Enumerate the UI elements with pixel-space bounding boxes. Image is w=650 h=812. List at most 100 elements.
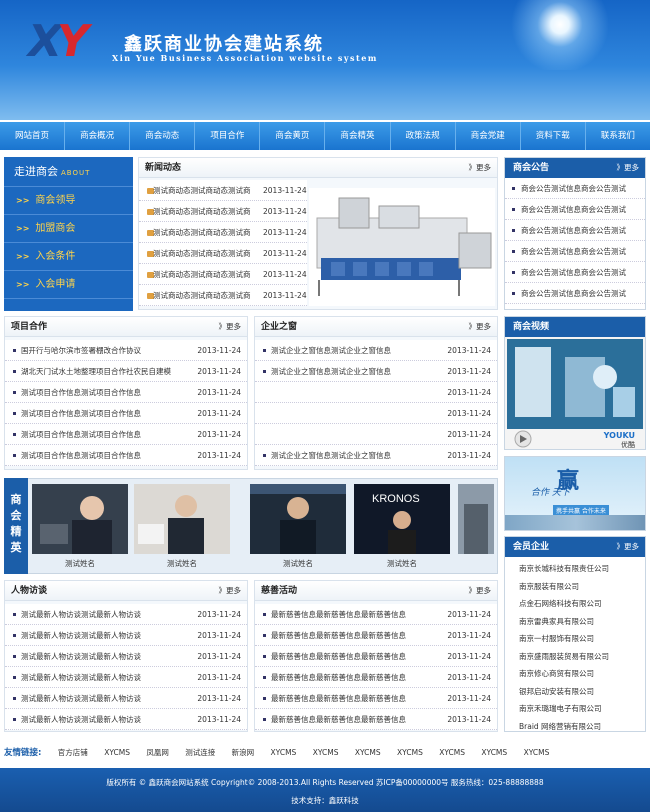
enterprise-header: 企业之窗 》更多 bbox=[255, 317, 497, 337]
win-banner[interactable]: 赢 合作 天下 携手共赢 合作未来 bbox=[504, 456, 646, 531]
more-link[interactable]: 》更多 bbox=[219, 317, 242, 337]
list-item[interactable]: 湖北天门试水土地整理项目合作社农民自建模 2013-11-24 bbox=[5, 361, 247, 382]
machine-photo[interactable] bbox=[309, 188, 495, 306]
nav-item-projects[interactable]: 项目合作 bbox=[195, 122, 261, 150]
item-date: 2013-11-24 bbox=[447, 610, 491, 619]
friend-link[interactable]: 官方店铺 bbox=[58, 748, 88, 757]
list-item[interactable]: 测试最新人物访谈测试最新人物访谈 2013-11-24 bbox=[5, 625, 247, 646]
list-item[interactable]: 南京服装有限公司 bbox=[505, 578, 645, 596]
list-item[interactable]: 最新慈善信息最新慈善信息最新慈善信息 2013-11-24 bbox=[255, 604, 497, 625]
list-item[interactable]: 南京盛雨服装贸易有限公司 bbox=[505, 648, 645, 666]
list-item[interactable]: 测试项目合作信息测试项目合作信息 2013-11-24 bbox=[5, 445, 247, 466]
nav-item-yellowpages[interactable]: 商会黄页 bbox=[260, 122, 326, 150]
nav-item-overview[interactable]: 商会概况 bbox=[65, 122, 131, 150]
list-item[interactable]: 商会公告测试信息商会公告测试 bbox=[505, 241, 645, 262]
friend-link[interactable]: XYCMS bbox=[439, 748, 465, 757]
list-item[interactable]: 南京一村服饰有限公司 bbox=[505, 630, 645, 648]
list-item[interactable]: 点金石网络科技有限公司 bbox=[505, 595, 645, 613]
friend-link[interactable]: XYCMS bbox=[481, 748, 507, 757]
friend-link[interactable]: XYCMS bbox=[271, 748, 297, 757]
more-link[interactable]: 》更多 bbox=[219, 581, 242, 601]
list-item[interactable]: 国开行与哈尔滨市签署棚改合作协议 2013-11-24 bbox=[5, 340, 247, 361]
list-item[interactable]: 最新慈善信息最新慈善信息最新慈善信息 2013-11-24 bbox=[255, 667, 497, 688]
list-item[interactable]: 测试最新人物访谈测试最新人物访谈 2013-11-24 bbox=[5, 667, 247, 688]
list-item[interactable]: 商会公告测试信息商会公告测试 bbox=[505, 220, 645, 241]
list-item[interactable]: 测试企业之窗信息测试企业之窗信息 2013-11-24 bbox=[255, 445, 497, 466]
elite-photo-3[interactable] bbox=[250, 484, 346, 554]
nav-item-contact[interactable]: 联系我们 bbox=[586, 122, 650, 150]
list-item[interactable]: 商会公告测试信息商会公告测试 bbox=[505, 178, 645, 199]
item-text: 测试项目合作信息测试项目合作信息 bbox=[21, 409, 141, 418]
nav-item-downloads[interactable]: 资料下载 bbox=[521, 122, 586, 150]
more-link[interactable]: 》更多 bbox=[617, 537, 640, 557]
sidebar-item-leaders[interactable]: >> 商会领导 bbox=[4, 187, 133, 215]
list-item[interactable]: 测试企业之窗信息测试企业之窗信息 2013-11-24 bbox=[255, 340, 497, 361]
friend-link[interactable]: 凤凰网 bbox=[146, 748, 169, 757]
elite-photo-5[interactable] bbox=[458, 484, 494, 554]
list-item[interactable]: 测试最新人物访谈测试最新人物访谈 2013-11-24 bbox=[5, 709, 247, 730]
list-item[interactable]: 最新慈善信息最新慈善信息最新慈善信息 2013-11-24 bbox=[255, 646, 497, 667]
friend-link[interactable]: 新浪网 bbox=[232, 748, 255, 757]
list-item[interactable]: 测试商动态测试商动态测试商 2013-11-24 bbox=[139, 285, 307, 306]
nav-item-party[interactable]: 商会党建 bbox=[456, 122, 521, 150]
more-link[interactable]: 》更多 bbox=[617, 158, 640, 178]
friend-link[interactable]: XYCMS bbox=[313, 748, 339, 757]
list-item[interactable]: 测试最新人物访谈测试最新人物访谈 2013-11-24 bbox=[5, 646, 247, 667]
more-link[interactable]: 》更多 bbox=[469, 158, 492, 178]
list-item[interactable]: 测试商动态测试商动态测试商 2013-11-24 bbox=[139, 243, 307, 264]
list-item[interactable]: 南京长城科技有限责任公司 bbox=[505, 560, 645, 578]
more-link[interactable]: 》更多 bbox=[469, 317, 492, 337]
list-item[interactable]: 2013-11-24 bbox=[255, 424, 497, 445]
list-item[interactable]: 测试最新人物访谈测试最新人物访谈 2013-11-24 bbox=[5, 604, 247, 625]
sidebar-item-label: 商会领导 bbox=[35, 195, 76, 206]
bullet-icon bbox=[13, 433, 16, 436]
list-item[interactable]: 2013-11-24 bbox=[255, 403, 497, 424]
list-item[interactable]: 商会公告测试信息商会公告测试 bbox=[505, 262, 645, 283]
nav-item-policy[interactable]: 政策法规 bbox=[391, 122, 456, 150]
item-text: 测试项目合作信息测试项目合作信息 bbox=[21, 430, 141, 439]
item-text: 最新慈善信息最新慈善信息最新慈善信息 bbox=[271, 610, 406, 619]
projects-header: 项目合作 》更多 bbox=[5, 317, 247, 337]
list-item[interactable]: 最新慈善信息最新慈善信息最新慈善信息 2013-11-24 bbox=[255, 688, 497, 709]
tech-support-text: 技术支持：鑫跃科技 bbox=[291, 796, 359, 805]
friend-link[interactable]: 测试连接 bbox=[185, 748, 215, 757]
item-date: 2013-11-24 bbox=[447, 388, 491, 397]
list-item[interactable]: 测试商动态测试商动态测试商 2013-11-24 bbox=[139, 201, 307, 222]
item-text: 测试商动态测试商动态测试商 bbox=[153, 249, 251, 258]
list-item[interactable]: 最新慈善信息最新慈善信息最新慈善信息 2013-11-24 bbox=[255, 625, 497, 646]
list-item[interactable]: 测试企业之窗信息测试企业之窗信息 2013-11-24 bbox=[255, 361, 497, 382]
site-logo[interactable]: XY bbox=[28, 20, 89, 64]
list-item[interactable]: 测试商动态测试商动态测试商 2013-11-24 bbox=[139, 222, 307, 243]
elite-photo-2[interactable] bbox=[134, 484, 230, 554]
more-link[interactable]: 》更多 bbox=[469, 581, 492, 601]
list-item[interactable]: 2013-11-24 bbox=[255, 382, 497, 403]
friend-link[interactable]: XYCMS bbox=[104, 748, 130, 757]
nav-item-home[interactable]: 网站首页 bbox=[0, 122, 66, 150]
friend-link[interactable]: XYCMS bbox=[397, 748, 423, 757]
list-item[interactable]: 测试商动态测试商动态测试商 2013-11-24 bbox=[139, 264, 307, 285]
list-item[interactable]: 最新慈善信息最新慈善信息最新慈善信息 2013-11-24 bbox=[255, 709, 497, 730]
list-item[interactable]: 南京禾璐瑞电子有限公司 bbox=[505, 700, 645, 718]
list-item[interactable]: 商会公告测试信息商会公告测试 bbox=[505, 283, 645, 304]
brand-en: YOUKU bbox=[603, 431, 635, 440]
elite-photo-4[interactable]: KRONOS bbox=[354, 484, 450, 554]
elite-photo-1[interactable] bbox=[32, 484, 128, 554]
list-item[interactable]: 测试项目合作信息测试项目合作信息 2013-11-24 bbox=[5, 382, 247, 403]
site-subtitle: Xin Yue Business Association website sys… bbox=[112, 53, 378, 63]
list-item[interactable]: 南京修心商贸有限公司 bbox=[505, 665, 645, 683]
list-item[interactable]: 商会公告测试信息商会公告测试 bbox=[505, 199, 645, 220]
nav-item-elite[interactable]: 商会精英 bbox=[325, 122, 391, 150]
list-item[interactable]: 测试项目合作信息测试项目合作信息 2013-11-24 bbox=[5, 403, 247, 424]
list-item[interactable]: 测试商动态测试商动态测试商 2013-11-24 bbox=[139, 180, 307, 201]
list-item[interactable]: 测试项目合作信息测试项目合作信息 2013-11-24 bbox=[5, 424, 247, 445]
list-item[interactable]: Braid 网络营销有限公司 bbox=[505, 718, 645, 736]
friend-link[interactable]: XYCMS bbox=[355, 748, 381, 757]
sidebar-item-apply[interactable]: >> 入会申请 bbox=[4, 271, 133, 299]
sidebar-item-join[interactable]: >> 加盟商会 bbox=[4, 215, 133, 243]
list-item[interactable]: 测试最新人物访谈测试最新人物访谈 2013-11-24 bbox=[5, 688, 247, 709]
list-item[interactable]: 南京雷典家具有限公司 bbox=[505, 613, 645, 631]
nav-item-news[interactable]: 商会动态 bbox=[130, 122, 196, 150]
list-item[interactable]: 银邦启动安装有限公司 bbox=[505, 683, 645, 701]
friend-link[interactable]: XYCMS bbox=[524, 748, 550, 757]
sidebar-item-conditions[interactable]: >> 入会条件 bbox=[4, 243, 133, 271]
